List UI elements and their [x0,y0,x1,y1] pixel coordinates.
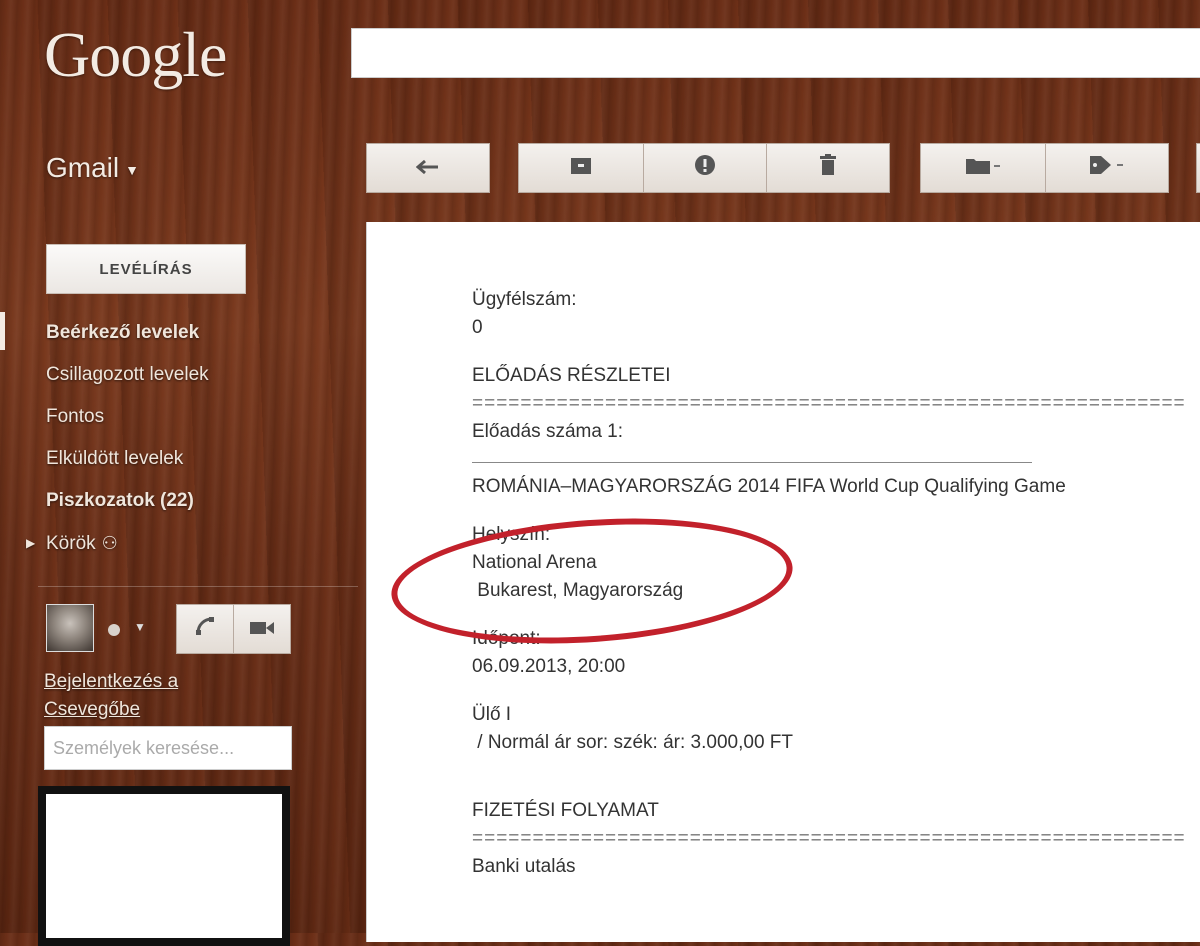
phone-icon [194,615,216,643]
sidebar-nav: Beérkező levelek Csillagozott levelek Fo… [26,318,209,570]
avatar[interactable] [46,604,94,652]
reply-icon [415,155,440,181]
performance-number: Előadás száma 1: [472,421,624,442]
compose-button[interactable]: LEVÉLÍRÁS [46,244,246,294]
chat-panel [38,786,290,946]
sidebar-item-starred[interactable]: Csillagozott levelek [46,360,209,402]
seat-label: Ülő I [472,704,512,725]
sidebar-item-drafts[interactable]: Piszkozatok (22) [46,486,209,528]
trash-icon [819,154,837,182]
event-title: ROMÁNIA–MAGYARORSZÁG 2014 FIFA World Cup… [472,476,1066,497]
chat-signin-link[interactable]: Bejelentkezés a Csevegőbe [44,668,264,724]
chat-signin-line2: Csevegőbe [44,699,141,720]
folder-icon [965,155,1001,181]
sidebar-item-label: Beérkező levelek [46,322,200,343]
organize-button-group [920,143,1169,193]
labels-button[interactable] [1045,143,1169,193]
gmail-label: Gmail [46,152,120,183]
delete-button[interactable] [766,143,890,193]
payment-method: Banki utalás [472,856,576,877]
separator-line: ========================================… [472,393,1186,414]
chat-call-group [176,604,291,654]
sidebar-item-sent[interactable]: Elküldött levelek [46,444,209,486]
caret-down-icon[interactable]: ▼ [134,620,146,634]
chat-signin-line1: Bejelentkezés a [44,671,179,692]
video-call-button[interactable] [233,604,291,654]
sidebar-item-label: Elküldött levelek [46,448,184,469]
price-line: / Normál ár sor: szék: ár: 3.000,00 FT [472,732,793,753]
payment-heading: FIZETÉSI FOLYAMAT [472,800,659,821]
horizontal-rule [472,462,1032,463]
search-input[interactable] [351,28,1200,78]
action-button-group [518,143,890,193]
archive-icon [570,155,592,181]
sidebar-item-important[interactable]: Fontos [46,402,209,444]
message-body: Ügyfélszám: 0 ELŐADÁS RÉSZLETEI ========… [366,222,1200,942]
circles-icon: ⚇ [101,533,118,553]
sidebar-item-label: Fontos [46,406,105,427]
customer-number-value: 0 [472,317,483,338]
label-tag-icon [1089,155,1125,181]
caret-down-icon: ▼ [125,161,139,178]
report-spam-button[interactable] [643,143,767,193]
sidebar-item-circles[interactable]: ▶ Körök ⚇ [26,528,209,570]
expand-triangle-icon[interactable]: ▶ [26,528,35,558]
move-to-button[interactable] [920,143,1046,193]
sidebar-item-inbox[interactable]: Beérkező levelek [46,318,209,360]
customer-number-label: Ügyfélszám: [472,289,577,310]
google-logo[interactable]: Google [44,18,227,92]
report-spam-icon [694,154,716,182]
sidebar-divider [38,586,358,587]
status-dot-icon[interactable] [108,624,120,636]
sidebar-item-label: Csillagozott levelek [46,364,209,385]
gmail-menu[interactable]: Gmail ▼ [46,152,139,184]
video-camera-icon [249,616,275,642]
voice-call-button[interactable] [176,604,234,654]
people-search-input[interactable] [44,726,292,770]
active-indicator [0,312,5,350]
archive-button[interactable] [518,143,644,193]
sidebar-item-label: Körök [46,533,96,554]
reply-button[interactable] [366,143,490,193]
details-heading: ELŐADÁS RÉSZLETEI [472,365,671,386]
more-button[interactable] [1196,143,1200,193]
separator-line: ========================================… [472,828,1186,849]
time-value: 06.09.2013, 20:00 [472,656,626,677]
sidebar-item-label: Piszkozatok (22) [46,490,194,511]
